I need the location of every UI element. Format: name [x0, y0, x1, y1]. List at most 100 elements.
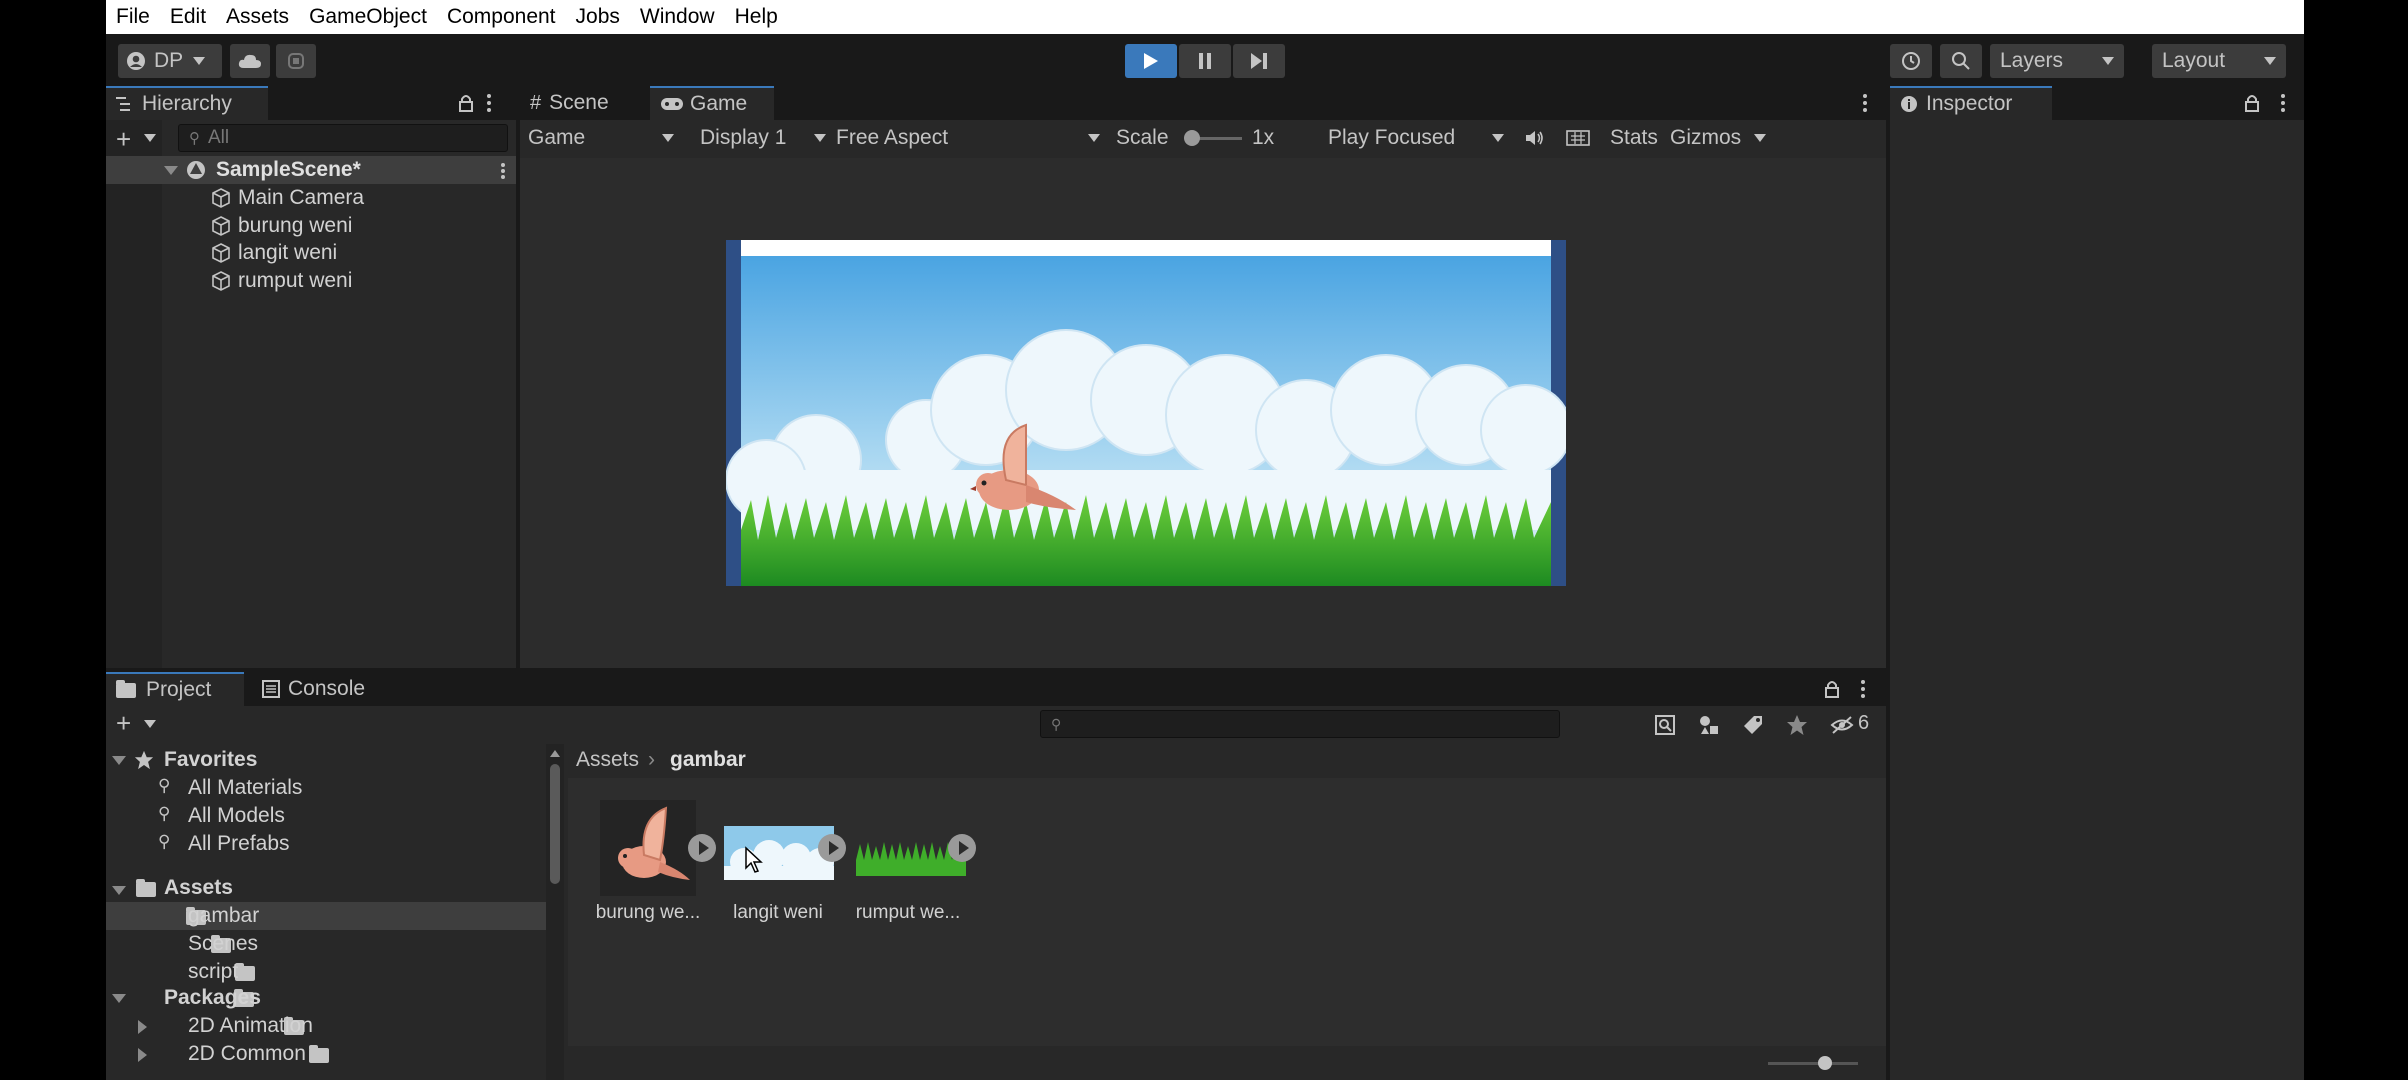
menu-help[interactable]: Help: [725, 5, 788, 29]
packages-folder[interactable]: Packages: [164, 984, 261, 1011]
zoom-slider-handle[interactable]: [1818, 1056, 1832, 1070]
step-button[interactable]: [1233, 44, 1285, 78]
menu-assets[interactable]: Assets: [216, 5, 299, 29]
add-icon[interactable]: +: [116, 124, 131, 155]
play-button[interactable]: [1125, 44, 1177, 78]
kebab-menu-icon[interactable]: [2280, 93, 2286, 113]
menu-file[interactable]: File: [106, 5, 160, 29]
chevron-down-icon[interactable]: [144, 134, 156, 142]
collapse-arrow-icon[interactable]: [138, 1020, 147, 1034]
display-dropdown[interactable]: Display 1: [700, 120, 826, 156]
lock-icon[interactable]: [458, 93, 474, 113]
tab-project-label: Project: [146, 678, 212, 701]
hierarchy-search-input[interactable]: ⚲ All: [178, 124, 508, 152]
folder-tree-scrollbar[interactable]: [546, 744, 564, 1080]
expand-sprite-icon[interactable]: [688, 834, 716, 862]
layout-dropdown[interactable]: Layout: [2152, 44, 2286, 78]
play-icon: [1144, 53, 1158, 69]
game-viewport-frame: [726, 240, 1566, 586]
history-button[interactable]: [1890, 44, 1932, 78]
scrollbar-thumb[interactable]: [550, 764, 560, 884]
tab-inspector[interactable]: Inspector: [1890, 86, 2052, 120]
hierarchy-item-main-camera[interactable]: Main Camera: [210, 184, 364, 211]
layers-dropdown[interactable]: Layers: [1990, 44, 2124, 78]
expand-arrow-icon[interactable]: [112, 886, 126, 895]
expand-sprite-icon[interactable]: [818, 834, 846, 862]
folder-script[interactable]: script: [188, 958, 238, 985]
search-button[interactable]: [1940, 44, 1982, 78]
project-search-input[interactable]: ⚲: [1040, 710, 1560, 738]
game-view-canvas[interactable]: [520, 158, 1886, 668]
audio-icon[interactable]: [1524, 128, 1546, 148]
game-mode-label: Game: [528, 126, 586, 149]
menu-component[interactable]: Component: [437, 5, 566, 29]
chevron-down-icon[interactable]: [144, 720, 156, 728]
breadcrumb-gambar[interactable]: gambar: [670, 748, 746, 772]
project-footer: [568, 1046, 1886, 1080]
kebab-menu-icon[interactable]: [1862, 93, 1868, 113]
tab-project[interactable]: Project: [106, 672, 244, 706]
hierarchy-gutter: [106, 120, 162, 668]
hierarchy-item-rumput-weni[interactable]: rumput weni: [210, 267, 352, 294]
scale-value: 1x: [1252, 126, 1275, 149]
play-mode-dropdown[interactable]: Play Focused: [1328, 120, 1504, 156]
filter-type-icon[interactable]: [1698, 714, 1720, 736]
tab-game[interactable]: Game: [650, 86, 774, 120]
favorite-all-prefabs[interactable]: All Prefabs: [188, 830, 290, 857]
favorite-all-materials[interactable]: All Materials: [188, 774, 302, 801]
scroll-up-icon[interactable]: [550, 750, 560, 757]
favorites-label[interactable]: Favorites: [164, 746, 257, 773]
asset-label-burung: burung we...: [595, 902, 701, 923]
gameobject-cube-icon: [212, 187, 230, 208]
expand-arrow-icon[interactable]: [164, 166, 178, 175]
aspect-label: Free Aspect: [836, 126, 949, 149]
asset-thumb-burung[interactable]: [600, 800, 696, 896]
favorite-all-models[interactable]: All Models: [188, 802, 285, 829]
expand-sprite-icon[interactable]: [948, 834, 976, 862]
aspect-dropdown[interactable]: Free Aspect: [836, 120, 1100, 156]
layers-label: Layers: [2000, 49, 2064, 72]
game-mode-dropdown[interactable]: Game: [528, 120, 674, 156]
gizmos-dropdown[interactable]: Gizmos: [1670, 120, 1766, 156]
label-tag-icon[interactable]: [1742, 714, 1764, 736]
collab-button[interactable]: [276, 44, 316, 78]
menu-edit[interactable]: Edit: [160, 5, 216, 29]
assets-folder[interactable]: Assets: [164, 874, 233, 901]
expand-arrow-icon[interactable]: [112, 756, 126, 765]
scale-slider-handle[interactable]: [1184, 130, 1200, 146]
search-by-type-icon[interactable]: [1654, 714, 1676, 736]
project-folder-tree: Favorites ⚲ All Materials ⚲ All Models ⚲…: [106, 744, 546, 1080]
hierarchy-item-langit-weni[interactable]: langit weni: [210, 239, 337, 266]
zoom-slider-track[interactable]: [1768, 1062, 1858, 1065]
keyboard-icon[interactable]: [1566, 128, 1590, 148]
pause-button[interactable]: [1179, 44, 1231, 78]
menu-window[interactable]: Window: [630, 5, 725, 29]
hidden-eye-icon[interactable]: [1830, 714, 1854, 736]
collapse-arrow-icon[interactable]: [138, 1048, 147, 1062]
lock-icon[interactable]: [1824, 679, 1840, 699]
package-2d-animation[interactable]: 2D Animation: [188, 1012, 313, 1039]
package-2d-common[interactable]: 2D Common: [188, 1040, 306, 1067]
menu-jobs[interactable]: Jobs: [566, 5, 630, 29]
menu-gameobject[interactable]: GameObject: [299, 5, 437, 29]
stats-button[interactable]: Stats: [1610, 120, 1658, 156]
selected-folder-row[interactable]: [106, 902, 546, 930]
star-icon[interactable]: [1786, 714, 1808, 736]
hierarchy-item-burung-weni[interactable]: burung weni: [210, 212, 352, 239]
kebab-menu-icon[interactable]: [1860, 679, 1866, 699]
asset-thumb-langit[interactable]: [724, 826, 834, 880]
expand-arrow-icon[interactable]: [112, 994, 126, 1003]
folder-scenes[interactable]: Scenes: [188, 930, 258, 957]
tab-hierarchy[interactable]: Hierarchy: [106, 86, 268, 120]
lock-icon[interactable]: [2244, 93, 2260, 113]
cloud-button[interactable]: [230, 44, 270, 78]
account-dropdown[interactable]: DP: [118, 44, 222, 78]
folder-gambar[interactable]: gambar: [188, 902, 259, 929]
kebab-menu-icon[interactable]: [486, 93, 492, 113]
breadcrumb-assets[interactable]: Assets: [576, 748, 639, 772]
add-icon[interactable]: +: [116, 708, 131, 739]
kebab-menu-icon[interactable]: [500, 162, 506, 180]
tab-console[interactable]: Console: [252, 672, 402, 706]
asset-label-langit: langit weni: [733, 902, 823, 923]
tab-scene[interactable]: # Scene: [520, 86, 648, 120]
